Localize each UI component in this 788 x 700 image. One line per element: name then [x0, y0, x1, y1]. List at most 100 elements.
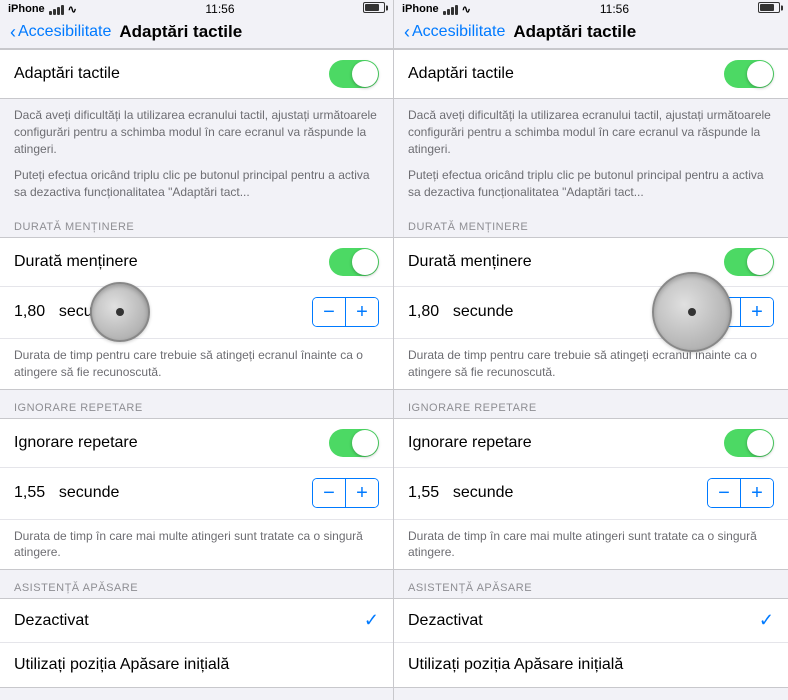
nav-bar: ‹ Accesibilitate Adaptări tactile: [0, 18, 393, 49]
section-header-0: DURATĂ MENȚINERE: [394, 209, 788, 237]
value-number: 1,55: [14, 484, 50, 502]
description-2: Puteți efectua oricând triplu clic pe bu…: [394, 165, 788, 209]
carrier-label: iPhone: [8, 3, 45, 15]
dial-right[interactable]: [652, 272, 732, 352]
status-time: 11:56: [205, 2, 234, 16]
stepper-minus-button[interactable]: −: [313, 298, 345, 326]
dial-dot: [116, 308, 124, 316]
description-2: Puteți efectua oricând triplu clic pe bu…: [0, 165, 393, 209]
main-toggle-section: Adaptări tactile: [394, 49, 788, 99]
wifi-icon: ∿: [462, 3, 471, 16]
value-stepper-row-1-1: 1,55 secunde − +: [394, 468, 788, 520]
plain-row-label: Utilizați poziția Apăsare inițială: [14, 656, 229, 674]
toggle-knob: [352, 61, 378, 87]
toggle-row-label: Ignorare repetare: [14, 434, 138, 452]
signal-icon: [443, 4, 458, 15]
nav-title: Adaptări tactile: [513, 22, 636, 42]
checkmark-icon: ✓: [364, 610, 379, 631]
section-header-2: ASISTENȚĂ APĂSARE: [0, 570, 393, 598]
battery-icon: [363, 0, 385, 18]
dial-left[interactable]: [90, 282, 150, 342]
panel-right: iPhone ∿ 11:56 ‹ Accesibilitate: [394, 0, 788, 700]
toggle-row-0-0: Durată menținere: [0, 238, 393, 287]
checkmark-row[interactable]: Dezactivat ✓: [0, 599, 393, 643]
toggle-row-1-0: Ignorare repetare: [394, 419, 788, 468]
stepper-minus-button[interactable]: −: [313, 479, 345, 507]
section-header-0: DURATĂ MENȚINERE: [0, 209, 393, 237]
wifi-icon: ∿: [68, 3, 77, 16]
section-2: Dezactivat ✓ Utilizați poziția Apăsare i…: [0, 598, 393, 688]
stepper-minus-button[interactable]: −: [708, 479, 740, 507]
nav-bar: ‹ Accesibilitate Adaptări tactile: [394, 18, 788, 49]
stepper-plus-button[interactable]: +: [346, 298, 378, 326]
checkmark-label: Dezactivat: [408, 612, 483, 630]
section-description-1-2: Durata de timp în care mai multe atinger…: [394, 520, 788, 570]
value-number: 1,55: [408, 484, 444, 502]
value-number: 1,80: [14, 303, 50, 321]
toggle-row-label: Durată menținere: [408, 253, 532, 271]
plain-row[interactable]: Utilizați poziția Apăsare inițială: [0, 643, 393, 687]
nav-title: Adaptări tactile: [119, 22, 242, 42]
description-1: Dacă aveți dificultăți la utilizarea ecr…: [394, 99, 788, 165]
value-stepper-row-1-1: 1,55 secunde − +: [0, 468, 393, 520]
status-left: iPhone ∿: [402, 3, 471, 16]
stepper-plus-button[interactable]: +: [346, 479, 378, 507]
checkmark-row[interactable]: Dezactivat ✓: [394, 599, 788, 643]
description-1: Dacă aveți dificultăți la utilizarea ecr…: [0, 99, 393, 165]
back-chevron-icon: ‹: [404, 23, 410, 41]
plain-row[interactable]: Utilizați poziția Apăsare inițială: [394, 643, 788, 687]
back-button[interactable]: ‹ Accesibilitate: [404, 23, 505, 41]
toggle-row-1-0: Ignorare repetare: [0, 419, 393, 468]
checkmark-icon: ✓: [759, 610, 774, 631]
status-left: iPhone ∿: [8, 3, 77, 16]
back-chevron-icon: ‹: [10, 23, 16, 41]
section-1: Ignorare repetare 1,55 secunde − +: [0, 418, 393, 571]
toggle-knob: [352, 249, 378, 275]
main-toggle-row: Adaptări tactile: [0, 50, 393, 98]
back-button[interactable]: ‹ Accesibilitate: [10, 23, 111, 41]
stepper[interactable]: − +: [312, 478, 379, 508]
stepper[interactable]: − +: [707, 478, 774, 508]
toggle-row-label: Durată menținere: [14, 253, 138, 271]
stepper[interactable]: − +: [312, 297, 379, 327]
main-toggle[interactable]: [724, 60, 774, 88]
value-number: 1,80: [408, 303, 444, 321]
stepper-plus-button[interactable]: +: [741, 479, 773, 507]
section-header-1: IGNORARE REPETARE: [0, 390, 393, 418]
section-toggle[interactable]: [329, 248, 379, 276]
status-bar: iPhone ∿ 11:56: [0, 0, 393, 18]
signal-icon: [49, 4, 64, 15]
section-toggle[interactable]: [329, 429, 379, 457]
section-0: Durată menținere 1,80 secunde − +: [394, 237, 788, 390]
value-stepper-row-0-1: 1,80 secunde − +: [394, 287, 788, 339]
section-description-1-2: Durata de timp în care mai multe atinger…: [0, 520, 393, 570]
back-label: Accesibilitate: [412, 23, 505, 41]
section-header-1: IGNORARE REPETARE: [394, 390, 788, 418]
value-unit: secunde: [444, 484, 707, 502]
toggle-knob: [747, 61, 773, 87]
carrier-label: iPhone: [402, 3, 439, 15]
section-1: Ignorare repetare 1,55 secunde − +: [394, 418, 788, 571]
section-description-0-2: Durata de timp pentru care trebuie să at…: [0, 339, 393, 389]
toggle-knob: [747, 430, 773, 456]
main-toggle-label: Adaptări tactile: [408, 65, 514, 83]
battery-icon: [758, 0, 780, 18]
section-header-2: ASISTENȚĂ APĂSARE: [394, 570, 788, 598]
section-2: Dezactivat ✓ Utilizați poziția Apăsare i…: [394, 598, 788, 688]
main-toggle[interactable]: [329, 60, 379, 88]
toggle-knob: [747, 249, 773, 275]
status-bar: iPhone ∿ 11:56: [394, 0, 788, 18]
plain-row-label: Utilizați poziția Apăsare inițială: [408, 656, 623, 674]
toggle-knob: [352, 430, 378, 456]
main-toggle-section: Adaptări tactile: [0, 49, 393, 99]
main-toggle-row: Adaptări tactile: [394, 50, 788, 98]
value-unit: secunde: [50, 484, 312, 502]
stepper-plus-button[interactable]: +: [741, 298, 773, 326]
toggle-row-label: Ignorare repetare: [408, 434, 532, 452]
status-time: 11:56: [600, 2, 629, 16]
status-right: [758, 0, 780, 18]
status-right: [363, 0, 385, 18]
dial-dot: [688, 308, 696, 316]
section-toggle[interactable]: [724, 429, 774, 457]
back-label: Accesibilitate: [18, 23, 111, 41]
